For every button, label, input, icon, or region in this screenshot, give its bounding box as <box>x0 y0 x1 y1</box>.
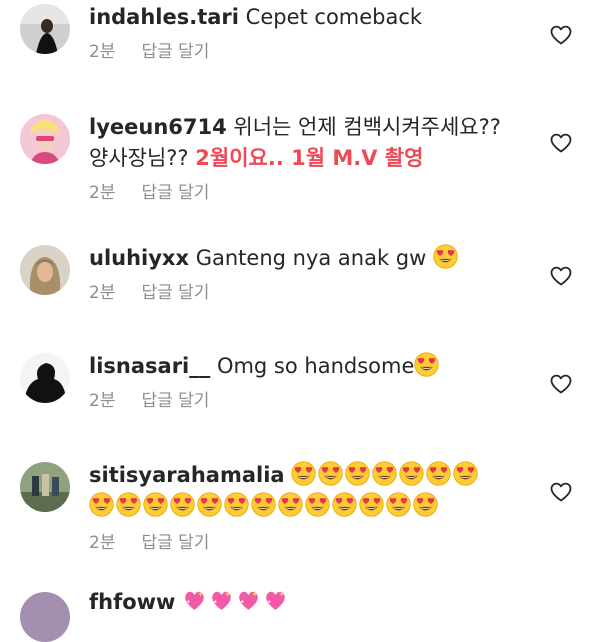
username[interactable]: uluhiyxx <box>89 246 189 270</box>
sparkling-heart-emoji <box>236 588 261 613</box>
heart-icon[interactable] <box>549 131 573 155</box>
comment-text: indahles.tari Cepet comeback <box>89 2 545 33</box>
heart-eyes-emoji <box>433 244 458 269</box>
timestamp: 2분 <box>89 533 116 553</box>
comment-text: lisnasari__ Omg so handsome <box>89 351 545 382</box>
heart-eyes-emoji <box>359 492 384 517</box>
heart-eyes-emoji <box>413 492 438 517</box>
heart-eyes-emoji <box>278 492 303 517</box>
comment-text: sitisyarahamalia <box>89 460 545 491</box>
highlight-text: 2월이요.. 1월 M.V 촬영 <box>195 146 424 170</box>
timestamp: 2분 <box>89 183 116 203</box>
comment-meta: 2분 답글 달기 <box>89 181 545 205</box>
heart-icon[interactable] <box>549 480 573 504</box>
reply-button[interactable]: 답글 달기 <box>141 42 209 62</box>
heart-eyes-emoji <box>386 492 411 517</box>
comment-text: uluhiyxx Ganteng nya anak gw <box>89 243 545 274</box>
heart-eyes-emoji <box>426 461 451 486</box>
heart-eyes-emoji <box>197 492 222 517</box>
avatar[interactable] <box>20 114 70 164</box>
heart-eyes-emoji <box>414 352 439 377</box>
comment-text: lyeeun6714 위너는 언제 컴백시켜주세요?? <box>89 112 545 143</box>
heart-icon[interactable] <box>549 23 573 47</box>
reply-button[interactable]: 답글 달기 <box>141 283 209 303</box>
heart-eyes-emoji <box>251 492 276 517</box>
comment-body: 위너는 언제 컴백시켜주세요?? <box>233 115 501 139</box>
heart-eyes-emoji <box>89 492 114 517</box>
heart-eyes-emoji <box>143 492 168 517</box>
heart-eyes-emoji <box>116 492 141 517</box>
heart-eyes-emoji <box>318 461 343 486</box>
avatar[interactable] <box>20 353 70 403</box>
heart-icon[interactable] <box>549 372 573 396</box>
heart-icon[interactable] <box>549 264 573 288</box>
heart-eyes-emoji <box>224 492 249 517</box>
username[interactable]: lisnasari__ <box>89 354 210 378</box>
reply-button[interactable]: 답글 달기 <box>141 533 209 553</box>
comment-body: Cepet comeback <box>245 5 423 29</box>
heart-eyes-emoji <box>170 492 195 517</box>
comment-text-line2: 양사장님?? 2월이요.. 1월 M.V 촬영 <box>89 143 545 174</box>
heart-eyes-emoji <box>453 461 478 486</box>
avatar[interactable] <box>20 592 70 642</box>
comment-body: Ganteng nya anak gw <box>195 246 427 270</box>
username[interactable]: sitisyarahamalia <box>89 463 285 487</box>
comment-meta: 2분 답글 달기 <box>89 281 545 305</box>
heart-eyes-emoji <box>399 461 424 486</box>
comment-body-cont: 양사장님?? <box>89 146 189 170</box>
emoji-row <box>89 491 545 522</box>
username[interactable]: fhfoww <box>89 590 175 614</box>
comment-meta: 2분 답글 달기 <box>89 389 545 413</box>
avatar[interactable] <box>20 462 70 512</box>
avatar[interactable] <box>20 4 70 54</box>
emoji-row <box>182 590 290 614</box>
username[interactable]: indahles.tari <box>89 5 239 29</box>
comment-meta: 2분 답글 달기 <box>89 531 545 555</box>
username[interactable]: lyeeun6714 <box>89 115 227 139</box>
avatar[interactable] <box>20 245 70 295</box>
reply-button[interactable]: 답글 달기 <box>141 183 209 203</box>
comment-meta: 2분 답글 달기 <box>89 40 545 64</box>
timestamp: 2분 <box>89 283 116 303</box>
comment-body: Omg so handsome <box>216 354 415 378</box>
sparkling-heart-emoji <box>263 588 288 613</box>
reply-button[interactable]: 답글 달기 <box>141 391 209 411</box>
heart-eyes-emoji <box>345 461 370 486</box>
heart-eyes-emoji <box>291 461 316 486</box>
heart-eyes-emoji <box>332 492 357 517</box>
sparkling-heart-emoji <box>209 588 234 613</box>
sparkling-heart-emoji <box>182 588 207 613</box>
comment-text: fhfoww <box>89 587 545 618</box>
timestamp: 2분 <box>89 391 116 411</box>
emoji-row <box>291 463 480 487</box>
timestamp: 2분 <box>89 42 116 62</box>
heart-eyes-emoji <box>372 461 397 486</box>
heart-eyes-emoji <box>305 492 330 517</box>
